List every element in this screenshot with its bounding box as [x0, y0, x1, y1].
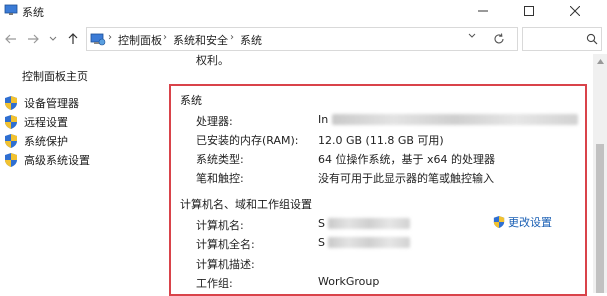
control-panel-icon — [90, 33, 106, 46]
uac-shield-icon — [5, 134, 17, 148]
control-panel-home-link[interactable]: 控制面板主页 — [22, 68, 88, 84]
sidebar-item-advanced-settings[interactable]: 高级系统设置 — [4, 151, 164, 169]
computer-name-value: S — [318, 217, 325, 230]
scrollbar-thumb[interactable] — [596, 144, 604, 293]
copyright-text: 权利。 — [196, 54, 229, 67]
minimize-icon — [478, 10, 488, 12]
system-section-title: 系统 — [180, 94, 202, 107]
uac-shield-icon — [5, 115, 17, 129]
maximize-button[interactable] — [506, 0, 552, 22]
workgroup-label: 工作组: — [196, 277, 233, 290]
title-bar: 系统 — [0, 0, 607, 22]
uac-shield-icon — [493, 216, 505, 228]
close-button[interactable] — [552, 0, 598, 22]
redacted-computer-name — [328, 218, 410, 229]
sidebar-item-label: 远程设置 — [24, 116, 68, 129]
breadcrumb-control-panel[interactable]: 控制面板 — [118, 32, 162, 48]
ram-value: 12.0 GB (11.8 GB 可用) — [318, 134, 444, 147]
system-app-icon — [4, 4, 18, 15]
triangle-up-icon — [596, 58, 604, 64]
redacted-full-name — [328, 237, 410, 248]
breadcrumb-separator: › — [230, 32, 234, 43]
sidebar-item-device-manager[interactable]: 设备管理器 — [4, 94, 164, 112]
uac-shield-icon — [5, 153, 17, 167]
address-bar[interactable]: › 控制面板 › 系统和安全 › 系统 — [86, 27, 518, 51]
refresh-button[interactable] — [489, 30, 509, 48]
forward-button[interactable] — [24, 30, 42, 48]
sidebar-item-label: 高级系统设置 — [24, 154, 90, 167]
sidebar-item-system-protection[interactable]: 系统保护 — [4, 132, 164, 150]
sidebar-item-label: 设备管理器 — [24, 97, 79, 110]
arrow-left-icon — [5, 34, 16, 44]
arrow-up-icon — [68, 33, 78, 44]
back-button[interactable] — [2, 30, 20, 48]
maximize-icon — [524, 6, 534, 16]
search-input[interactable] — [522, 27, 602, 51]
sidebar: 控制面板主页 设备管理器 远程设置 系统保护 高级系统设置 — [0, 54, 165, 293]
full-name-label: 计算机全名: — [196, 238, 255, 251]
processor-label: 处理器: — [196, 115, 233, 128]
chevron-down-icon — [49, 36, 57, 41]
breadcrumb-system[interactable]: 系统 — [240, 32, 262, 48]
system-type-value: 64 位操作系统，基于 x64 的处理器 — [318, 153, 495, 166]
change-settings-label: 更改设置 — [508, 216, 552, 229]
minimize-button[interactable] — [460, 0, 506, 22]
close-icon — [570, 6, 580, 16]
workgroup-value: WorkGroup — [318, 275, 380, 288]
computer-name-label: 计算机名: — [196, 219, 244, 232]
breadcrumb-separator: › — [163, 32, 167, 43]
system-type-label: 系统类型: — [196, 153, 244, 166]
breadcrumb-system-security[interactable]: 系统和安全 — [173, 32, 228, 48]
refresh-icon — [494, 33, 504, 44]
navigation-bar: › 控制面板 › 系统和安全 › 系统 — [0, 24, 607, 54]
full-name-value: S — [318, 236, 325, 249]
processor-value: In — [318, 113, 329, 126]
address-history-button[interactable] — [468, 31, 476, 42]
breadcrumb-separator: › — [108, 32, 112, 43]
redacted-processor — [332, 114, 578, 125]
sidebar-item-remote-settings[interactable]: 远程设置 — [4, 113, 164, 131]
recent-locations-button[interactable] — [46, 30, 60, 48]
arrow-right-icon — [28, 34, 39, 44]
description-label: 计算机描述: — [196, 258, 255, 271]
computer-section-title: 计算机名、域和工作组设置 — [180, 198, 312, 211]
chevron-down-icon — [468, 33, 476, 38]
vertical-scrollbar[interactable] — [593, 54, 607, 293]
search-icon — [586, 33, 598, 45]
pen-touch-value: 没有可用于此显示器的笔或触控输入 — [318, 172, 494, 185]
pen-touch-label: 笔和触控: — [196, 172, 244, 185]
ram-label: 已安装的内存(RAM): — [196, 134, 299, 147]
up-button[interactable] — [64, 30, 82, 48]
change-settings-link[interactable]: 更改设置 — [493, 214, 552, 230]
window-title: 系统 — [22, 6, 44, 19]
scroll-up-button[interactable] — [593, 56, 607, 66]
sidebar-item-label: 系统保护 — [24, 135, 68, 148]
uac-shield-icon — [5, 96, 17, 110]
